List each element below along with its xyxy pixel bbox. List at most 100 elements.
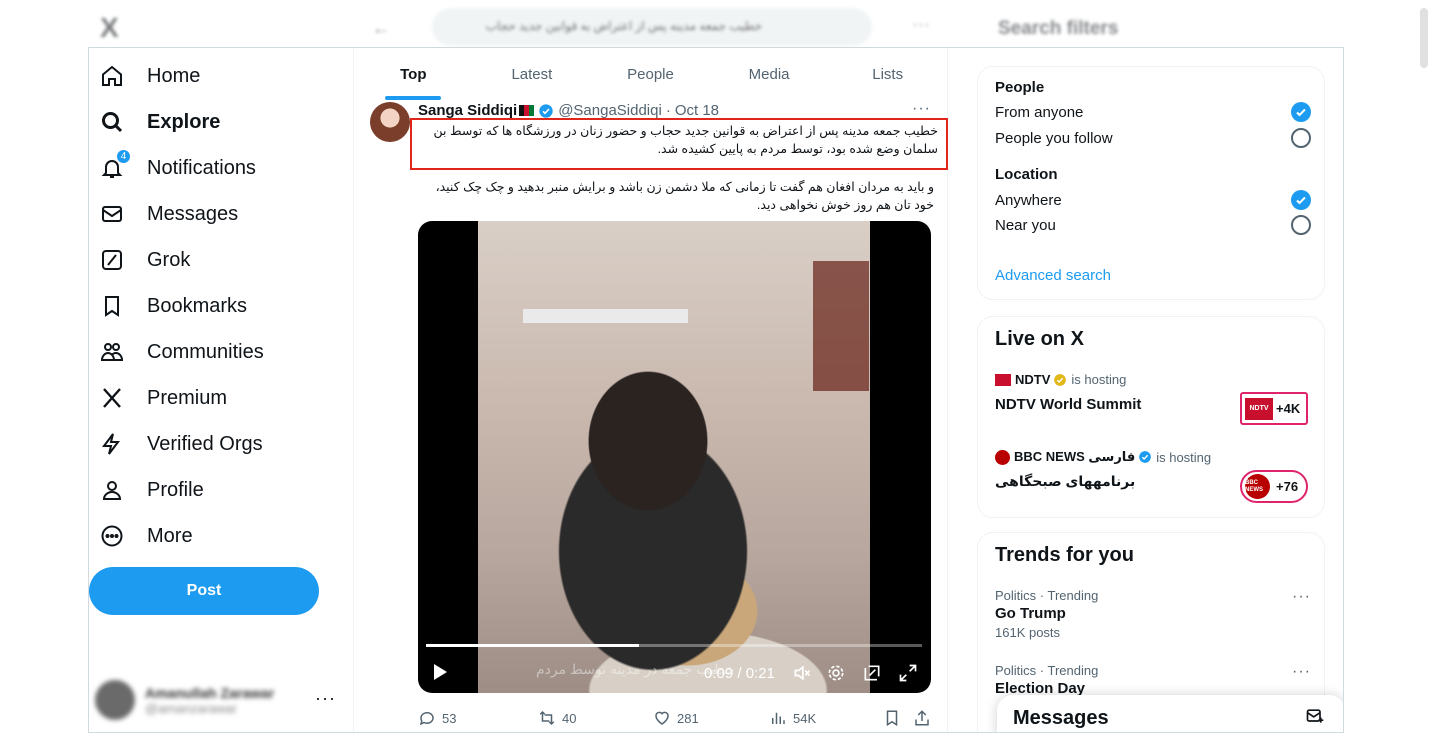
new-message-icon[interactable] bbox=[1305, 706, 1325, 731]
tab-people[interactable]: People bbox=[591, 48, 710, 100]
reply-icon bbox=[419, 711, 434, 726]
fullscreen-icon[interactable] bbox=[898, 663, 918, 688]
nav-label: Premium bbox=[147, 386, 228, 409]
live-host-line[interactable]: NDTV is hosting bbox=[995, 372, 1126, 387]
tweet-date[interactable]: Oct 18 bbox=[675, 102, 719, 119]
host-name: BBC NEWS فارسی bbox=[1014, 449, 1136, 464]
lightning-icon bbox=[99, 431, 125, 457]
bbc-news-logo: BBC NEWS bbox=[1245, 474, 1270, 499]
play-icon[interactable] bbox=[432, 663, 448, 686]
hosting-label: is hosting bbox=[1071, 372, 1127, 387]
views-chart-icon bbox=[772, 712, 785, 724]
hosting-label: is hosting bbox=[1156, 449, 1212, 465]
tab-lists[interactable]: Lists bbox=[828, 48, 947, 100]
account-more-icon[interactable]: ··· bbox=[315, 688, 336, 709]
account-switcher[interactable]: Amanullah Zarawar @amanzarawar bbox=[95, 672, 313, 728]
nav-explore[interactable]: Explore bbox=[99, 100, 220, 144]
video-player[interactable]: خطیب جمعه در مدینه توسط مردم 0:09 / 0:21 bbox=[418, 221, 931, 693]
filter-label: Near you bbox=[995, 216, 1056, 234]
tab-media[interactable]: Media bbox=[710, 48, 829, 100]
search-query: خطیب جمعه مدینه پس از اعتراض به قوانین ج… bbox=[485, 19, 762, 33]
trend-name: Go Trump bbox=[995, 605, 1066, 622]
radio-checked-icon[interactable] bbox=[1291, 102, 1311, 122]
x-logo[interactable]: X bbox=[100, 12, 119, 44]
back-arrow-icon[interactable]: ← bbox=[372, 18, 390, 39]
verified-badge-icon bbox=[539, 103, 553, 118]
home-icon bbox=[99, 63, 125, 89]
nav-premium[interactable]: Premium bbox=[99, 376, 227, 420]
radio-empty-icon[interactable] bbox=[1291, 128, 1311, 148]
repost-icon bbox=[539, 710, 555, 726]
share-button[interactable] bbox=[913, 709, 931, 727]
nav-more[interactable]: More bbox=[99, 514, 193, 558]
repost-count: 40 bbox=[562, 710, 577, 726]
account-handle: @amanzarawar bbox=[145, 700, 237, 716]
nav-grok[interactable]: Grok bbox=[99, 238, 190, 282]
author-handle[interactable]: @SangaSiddiqi bbox=[558, 102, 662, 119]
nav-communities[interactable]: Communities bbox=[99, 330, 264, 374]
filter-people-you-follow[interactable]: People you follow bbox=[995, 128, 1311, 148]
nav-label: More bbox=[147, 524, 193, 547]
video-progress-fill bbox=[426, 644, 640, 647]
scrollbar[interactable] bbox=[1420, 8, 1428, 68]
post-button[interactable]: Post bbox=[89, 567, 319, 615]
trend-more-icon[interactable]: ··· bbox=[1292, 663, 1311, 681]
video-frame bbox=[478, 221, 870, 693]
tab-top[interactable]: Top bbox=[354, 48, 473, 100]
video-window-detail bbox=[523, 309, 688, 323]
notification-badge: 4 bbox=[116, 149, 131, 164]
nav-home[interactable]: Home bbox=[99, 54, 200, 98]
tweet-more-icon[interactable]: ··· bbox=[912, 100, 931, 118]
nav-messages[interactable]: Messages bbox=[99, 192, 238, 236]
advanced-search-link[interactable]: Advanced search bbox=[995, 267, 1111, 284]
trends-title: Trends for you bbox=[995, 544, 1134, 566]
bbc-listeners-badge[interactable]: BBC NEWS +76 bbox=[1240, 470, 1308, 503]
filter-anywhere[interactable]: Anywhere bbox=[995, 190, 1311, 210]
space-title[interactable]: برنامههای صبحگاهی bbox=[995, 473, 1135, 490]
avatar[interactable] bbox=[370, 102, 410, 142]
live-title: Live on X bbox=[995, 328, 1084, 350]
views-button[interactable]: 54K bbox=[769, 709, 883, 727]
radio-checked-icon[interactable] bbox=[1291, 190, 1311, 210]
search-input[interactable]: خطیب جمعه مدینه پس از اعتراض به قوانین ج… bbox=[432, 8, 872, 46]
tweet-actions: 53 40 281 54K bbox=[418, 709, 931, 727]
people-filter-title: People bbox=[995, 79, 1045, 96]
verified-badge-icon bbox=[1139, 451, 1152, 463]
filter-from-anyone[interactable]: From anyone bbox=[995, 102, 1311, 122]
nav-verified-orgs[interactable]: Verified Orgs bbox=[99, 422, 263, 466]
search-more-icon[interactable]: ··· bbox=[912, 14, 930, 35]
bookmark-icon bbox=[886, 710, 898, 727]
picture-in-picture-icon[interactable] bbox=[862, 663, 882, 688]
nav-label: Notifications bbox=[147, 156, 256, 179]
space-title[interactable]: NDTV World Summit bbox=[995, 396, 1141, 413]
gold-verified-badge-icon bbox=[1054, 373, 1067, 386]
filter-near-you[interactable]: Near you bbox=[995, 215, 1311, 235]
radio-empty-icon[interactable] bbox=[1291, 215, 1311, 235]
search-filters-card: People From anyone People you follow Loc… bbox=[977, 66, 1325, 300]
nav-profile[interactable]: Profile bbox=[99, 468, 204, 512]
repost-button[interactable]: 40 bbox=[538, 709, 653, 727]
trend-count: 161K posts bbox=[995, 625, 1061, 640]
nav-bookmarks[interactable]: Bookmarks bbox=[99, 284, 247, 328]
live-host-line[interactable]: BBC NEWS فارسی is hosting bbox=[995, 449, 1211, 465]
trend-item[interactable]: Politics · Trending Election Day ··· bbox=[995, 663, 1311, 697]
account-name: Amanullah Zarawar bbox=[145, 684, 275, 701]
nav-notifications[interactable]: 4 Notifications bbox=[99, 146, 256, 190]
bookmark-button[interactable] bbox=[883, 709, 913, 727]
trend-item[interactable]: Politics · Trending Go Trump 161K posts … bbox=[995, 588, 1311, 640]
tweet-text-highlighted: خطیب جمعه مدینه پس از اعتراض به قوانین ج… bbox=[410, 118, 948, 170]
avatar bbox=[95, 680, 135, 720]
messages-drawer[interactable]: Messages bbox=[997, 695, 1343, 732]
bbc-avatar-icon bbox=[995, 449, 1010, 465]
right-column: People From anyone People you follow Loc… bbox=[977, 48, 1327, 732]
like-button[interactable]: 281 bbox=[653, 709, 769, 727]
video-progress-bar[interactable] bbox=[426, 644, 922, 647]
settings-gear-icon[interactable] bbox=[826, 663, 846, 688]
reply-button[interactable]: 53 bbox=[418, 709, 538, 727]
volume-icon[interactable] bbox=[792, 663, 812, 688]
trend-more-icon[interactable]: ··· bbox=[1292, 588, 1311, 606]
ndtv-listeners-badge[interactable]: NDTV +4K bbox=[1240, 392, 1308, 425]
trend-context: Politics · Trending bbox=[995, 588, 1099, 603]
tab-latest[interactable]: Latest bbox=[473, 48, 592, 100]
author-name[interactable]: Sanga Siddiqi bbox=[418, 102, 517, 119]
